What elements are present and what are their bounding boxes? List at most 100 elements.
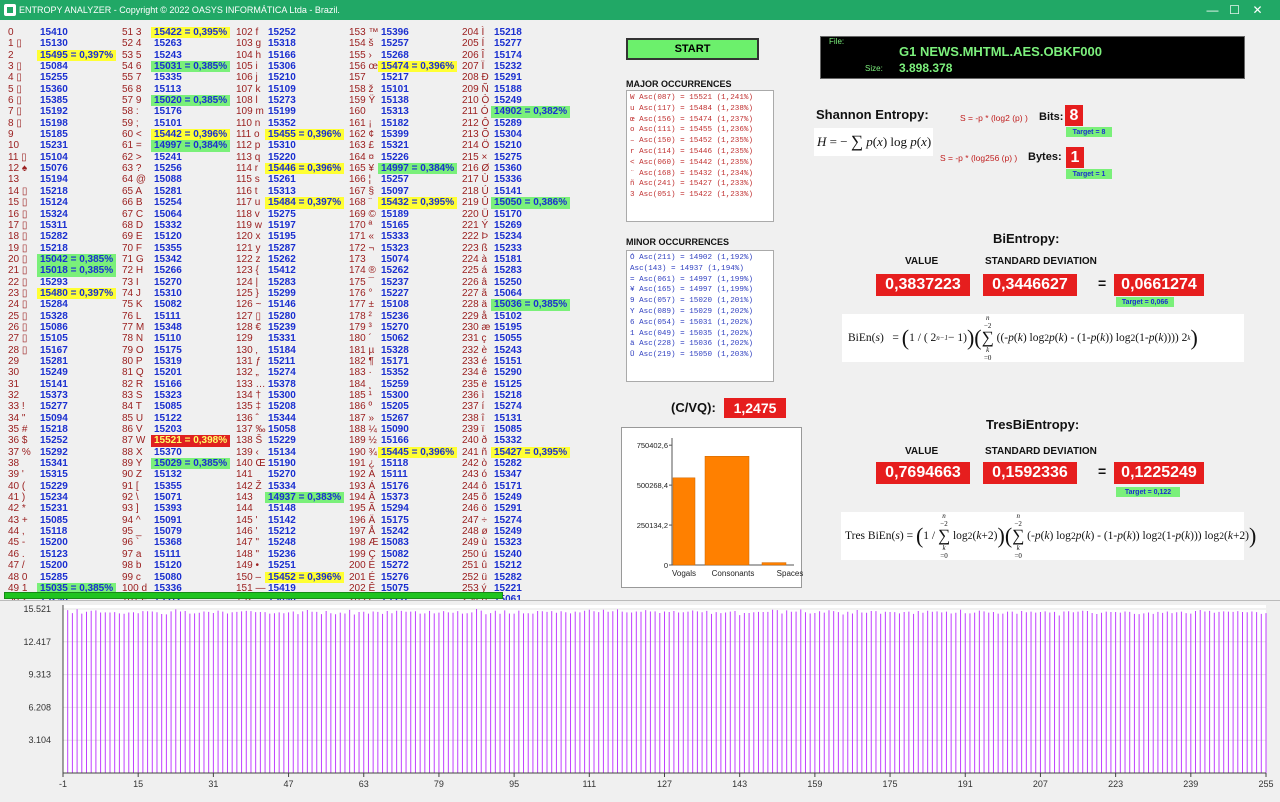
major-occurrence-item[interactable]: ¨ Asc(168) = 15432 (1,234%): [630, 169, 770, 180]
char-code-label: 185 ¹: [349, 390, 372, 401]
char-code-label: 190 ¾: [349, 446, 377, 458]
minor-occurrence-item[interactable]: 6 Asc(054) = 15031 (1,202%): [630, 318, 770, 329]
char-count: 15175: [381, 514, 409, 526]
char-count: 15360: [40, 83, 68, 95]
char-code-label: 157: [349, 72, 366, 84]
char-count: 15071: [154, 492, 182, 504]
major-occurrences-list[interactable]: W Asc(087) = 15521 (1,241%) u Asc(117) = …: [626, 90, 774, 222]
byte-histogram-chart: 15.521 12.417 9.313 6.208 3.104 -1 15 31 47 63 79 9…: [0, 600, 1280, 796]
char-count: 15239: [268, 321, 296, 333]
start-button[interactable]: START: [626, 38, 759, 60]
char-count: 15195: [268, 231, 296, 243]
major-occurrence-item[interactable]: 3 Asc(051) = 15422 (1,233%): [630, 190, 770, 201]
bits-target: Target = 8: [1066, 127, 1112, 137]
char-count: 15332: [494, 435, 522, 447]
char-code-label: 88 X: [122, 446, 143, 458]
char-count: 15240: [494, 548, 522, 560]
char-code-label: 63 ?: [122, 163, 142, 175]
close-button[interactable]: ✕: [1235, 0, 1280, 20]
minor-occurrences-title: MINOR OCCURRENCES: [626, 237, 730, 247]
char-code-label: 126 ~: [236, 299, 262, 311]
file-info-panel: File: G1 NEWS.MHTML.AES.OBKF000 Size: 3.…: [820, 36, 1245, 79]
minor-occurrence-item[interactable]: = Asc(061) = 14997 (1,199%): [630, 275, 770, 286]
char-count: 15176: [154, 106, 182, 118]
minor-occurrence-item[interactable]: ¥ Asc(165) = 14997 (1,199%): [630, 285, 770, 296]
minor-occurrence-item[interactable]: Asc(143) = 14937 (1,194%): [630, 264, 770, 275]
histogram-y-tick-label: 12.417: [23, 637, 51, 647]
char-code-label: 171 «: [349, 231, 375, 243]
minor-occurrence-item[interactable]: 1 Asc(049) = 15035 (1,202%): [630, 329, 770, 340]
cvq-value: 1,2475: [724, 398, 786, 418]
minor-occurrence-item[interactable]: Ó Asc(211) = 14902 (1,192%): [630, 253, 770, 264]
mini-bar: [704, 456, 750, 566]
char-count: 15422 = 0,395%: [151, 27, 231, 39]
char-count: 15355: [154, 242, 182, 254]
minor-occurrence-item[interactable]: 9 Asc(057) = 15020 (1,201%): [630, 296, 770, 307]
major-occurrence-item[interactable]: W Asc(087) = 15521 (1,241%): [630, 93, 770, 104]
char-code-label: 250 ú: [462, 548, 488, 560]
char-code-label: 124 |: [236, 276, 259, 288]
char-count: 15108: [381, 299, 409, 311]
bientropy-value-label: VALUE: [905, 256, 939, 267]
minor-occurrence-item[interactable]: ä Asc(228) = 15036 (1,202%): [630, 339, 770, 350]
char-count: 15455 = 0,396%: [265, 129, 345, 141]
histogram-x-tick-label: 239: [1183, 779, 1198, 789]
char-count: 15250: [494, 276, 522, 288]
char-count: 15124: [40, 197, 68, 209]
char-code-label: 90 Z: [122, 469, 143, 481]
histogram-x-tick-label: 31: [208, 779, 218, 789]
major-occurrence-item[interactable]: – Asc(150) = 15452 (1,235%): [630, 136, 770, 147]
char-code-label: 26 ▯: [8, 321, 28, 333]
char-code-label: 37 %: [8, 446, 31, 458]
char-count: 15125: [494, 378, 522, 390]
tresbientropy-title: TresBiEntropy:: [986, 417, 1080, 432]
char-code-label: 193 Á: [349, 480, 376, 492]
char-code-label: 228 ä: [462, 299, 488, 311]
char-count: 15208: [268, 401, 296, 413]
minor-occurrence-item[interactable]: Û Asc(219) = 15050 (1,203%): [630, 350, 770, 361]
major-occurrence-item[interactable]: < Asc(060) = 15442 (1,235%): [630, 158, 770, 169]
char-code-label: 219 Û: [462, 197, 489, 209]
char-code-label: 251 û: [462, 560, 488, 572]
char-code-label: 180 ´: [349, 333, 372, 345]
major-occurrence-item[interactable]: œ Asc(156) = 15474 (1,237%): [630, 115, 770, 126]
bientropy-target: Target = 0,066: [1116, 297, 1174, 307]
char-count: 15036 = 0,385%: [491, 299, 571, 311]
char-code-label: 175 ¯: [349, 276, 374, 288]
major-occurrence-item[interactable]: r Asc(114) = 15446 (1,235%): [630, 147, 770, 158]
char-code-label: 70 F: [122, 242, 143, 254]
char-count: 15170: [494, 208, 522, 220]
char-count: 15412: [268, 265, 296, 277]
char-code-label: 121 y: [236, 242, 261, 254]
char-code-label: 29: [8, 355, 20, 367]
major-occurrence-item[interactable]: ñ Asc(241) = 15427 (1,233%): [630, 179, 770, 190]
minor-occurrences-list[interactable]: Ó Asc(211) = 14902 (1,192%) Asc(143) = 1…: [626, 250, 774, 382]
char-count: 15101: [154, 117, 182, 129]
char-code-label: 198 Æ: [349, 537, 379, 549]
char-count: 15300: [268, 390, 296, 401]
char-code-label: 144: [236, 503, 253, 515]
char-code-label: 59 ;: [122, 117, 139, 129]
char-count: 15200: [40, 537, 68, 549]
char-count: 15272: [381, 560, 409, 572]
char-count: 15249: [494, 95, 522, 107]
char-code-label: 135 ‡: [236, 401, 262, 413]
char-count: 15396: [381, 27, 409, 38]
char-count: 15254: [154, 197, 182, 209]
char-code-label: 6 ▯: [8, 95, 22, 107]
histogram-x-tick-label: 175: [883, 779, 898, 789]
char-code-label: 44 ,: [8, 526, 25, 538]
char-code-label: 161 ¡: [349, 117, 372, 129]
major-occurrence-item[interactable]: u Asc(117) = 15484 (1,238%): [630, 104, 770, 115]
char-count: 15085: [154, 401, 182, 413]
char-code-label: 196 Ä: [349, 514, 376, 526]
minor-occurrence-item[interactable]: Y Asc(089) = 15029 (1,202%): [630, 307, 770, 318]
char-code-label: 30: [8, 367, 20, 379]
char-count: 15274: [494, 514, 522, 526]
bytes-value: 1: [1066, 147, 1084, 168]
tresbientropy-formula: Tres BiEn(s) = (1 / n −2 ∑ k =0 log 2 (k +2))(…: [841, 512, 1256, 560]
char-code-label: 166 ¦: [349, 174, 372, 186]
major-occurrence-item[interactable]: o Asc(111) = 15455 (1,236%): [630, 125, 770, 136]
char-count: 15218: [40, 424, 68, 436]
char-count: 15334: [268, 480, 296, 492]
